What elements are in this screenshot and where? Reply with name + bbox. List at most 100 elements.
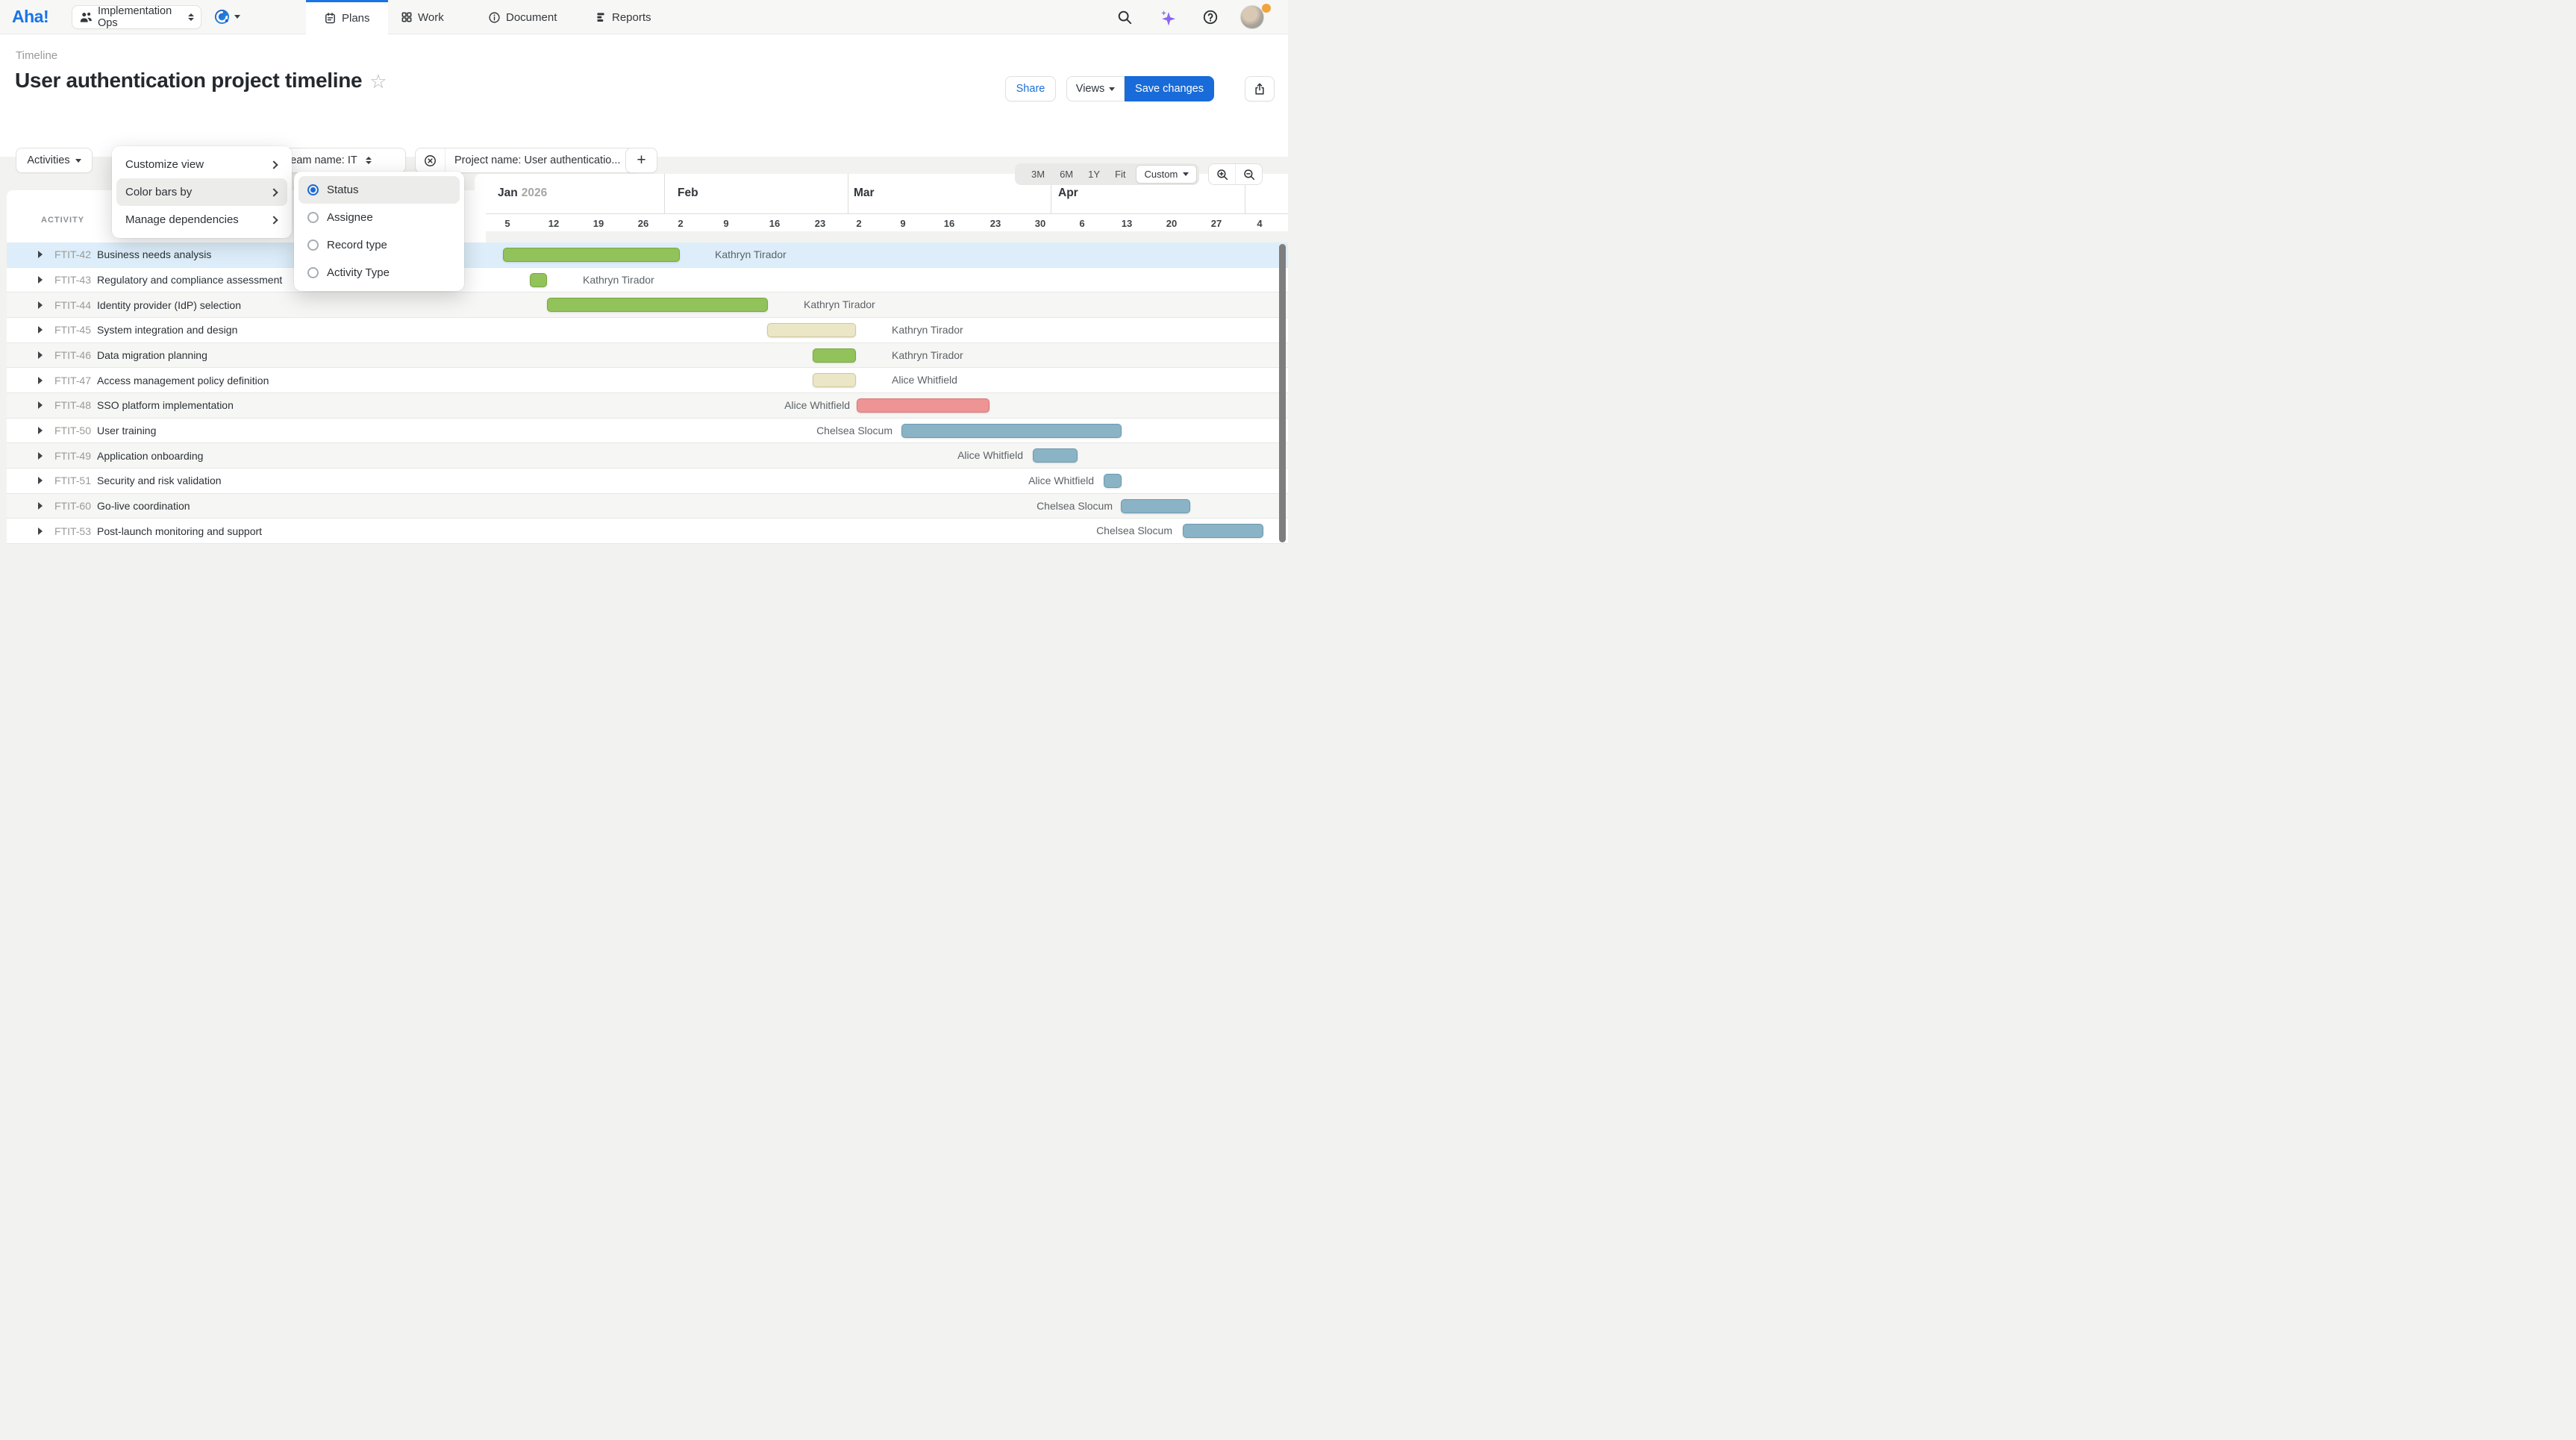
product-switcher[interactable]: [213, 8, 240, 25]
gantt-bar[interactable]: [857, 398, 990, 413]
tab-label: Reports: [612, 11, 651, 24]
views-button[interactable]: Views: [1066, 76, 1125, 101]
activity-name[interactable]: Application onboarding: [97, 450, 203, 462]
expand-caret-icon[interactable]: [38, 477, 43, 484]
preset-3m[interactable]: 3M: [1024, 169, 1052, 180]
submenu-option-label: Status: [327, 184, 451, 196]
workspace-selector[interactable]: Implementation Ops: [72, 5, 201, 29]
submenu-option-activity-type[interactable]: Activity Type: [298, 259, 460, 287]
zoom-in-button[interactable]: [1209, 164, 1236, 184]
activity-name[interactable]: Business needs analysis: [97, 248, 211, 260]
clear-filter-button[interactable]: [416, 148, 446, 172]
gantt-bar[interactable]: [813, 348, 856, 363]
expand-caret-icon[interactable]: [38, 276, 43, 284]
expand-caret-icon[interactable]: [38, 301, 43, 309]
expand-caret-icon[interactable]: [38, 528, 43, 535]
activity-name[interactable]: System integration and design: [97, 324, 237, 336]
activity-row[interactable]: FTIT-47Access management policy definiti…: [7, 368, 1288, 393]
submenu-option-status[interactable]: Status: [298, 176, 460, 204]
activity-row[interactable]: FTIT-45System integration and design: [7, 318, 1288, 343]
page-header: Timeline User authentication project tim…: [0, 34, 1288, 157]
search-icon[interactable]: [1116, 9, 1133, 25]
activity-name[interactable]: Post-launch monitoring and support: [97, 525, 262, 537]
expand-caret-icon[interactable]: [38, 326, 43, 334]
gantt-bar[interactable]: [813, 373, 856, 387]
x-circle-icon: [423, 154, 437, 168]
custom-range-dropdown[interactable]: Custom: [1136, 165, 1197, 184]
share-button[interactable]: Share: [1005, 76, 1056, 101]
gantt-bar[interactable]: [1104, 474, 1122, 488]
add-filter-button[interactable]: +: [625, 148, 657, 173]
vertical-scrollbar[interactable]: [1279, 244, 1286, 542]
radio-unselected[interactable]: [307, 267, 319, 278]
save-changes-button[interactable]: Save changes: [1125, 76, 1214, 101]
aha-logo[interactable]: Aha!: [12, 7, 49, 27]
export-button[interactable]: [1245, 76, 1275, 101]
gantt-bar[interactable]: [901, 424, 1122, 438]
avatar[interactable]: [1240, 5, 1264, 29]
activity-row-left: FTIT-60Go-live coordination: [7, 494, 486, 519]
expand-caret-icon[interactable]: [38, 452, 43, 460]
menu-item-manage-dependencies[interactable]: Manage dependencies: [116, 206, 287, 234]
gantt-bar[interactable]: [1121, 499, 1190, 513]
tab-plans[interactable]: Plans: [306, 0, 388, 34]
activity-name[interactable]: User training: [97, 425, 156, 436]
select-updown-icon: [366, 157, 372, 164]
assignee-label: Alice Whitfield: [784, 393, 850, 419]
info-circle-icon: [488, 11, 501, 24]
tab-reports[interactable]: Reports: [592, 0, 654, 34]
expand-caret-icon[interactable]: [38, 502, 43, 510]
tab-work[interactable]: Work: [398, 0, 447, 34]
preset-6m[interactable]: 6M: [1052, 169, 1081, 180]
zoom-out-button[interactable]: [1236, 164, 1262, 184]
help-icon[interactable]: [1202, 9, 1219, 25]
chevron-down-icon: [75, 159, 81, 163]
menu-item-label: Color bars by: [125, 186, 271, 198]
expand-caret-icon[interactable]: [38, 401, 43, 409]
ai-sparkle-icon[interactable]: [1159, 9, 1175, 25]
activity-row-left: FTIT-48SSO platform implementation: [7, 393, 486, 418]
favorite-star-icon[interactable]: ☆: [369, 72, 387, 91]
plus-icon: +: [637, 151, 645, 169]
gantt-bar[interactable]: [530, 273, 547, 287]
expand-caret-icon[interactable]: [38, 427, 43, 434]
filter-project-name[interactable]: Project name: User authenticatio...: [446, 154, 641, 166]
radio-unselected[interactable]: [307, 240, 319, 251]
tab-document[interactable]: Document: [485, 0, 560, 34]
preset-fit[interactable]: Fit: [1107, 169, 1133, 180]
activity-name[interactable]: SSO platform implementation: [97, 399, 234, 411]
activity-name[interactable]: Data migration planning: [97, 349, 207, 361]
gantt-bar[interactable]: [547, 298, 768, 312]
menu-item-customize-view[interactable]: Customize view: [116, 151, 287, 178]
axis-divider: [475, 213, 1288, 214]
expand-caret-icon[interactable]: [38, 251, 43, 258]
assignee-label: Chelsea Slocum: [1096, 519, 1172, 544]
week-tick: 20: [1166, 218, 1177, 229]
week-tick: 30: [1035, 218, 1045, 229]
gantt-bar[interactable]: [503, 248, 680, 262]
submenu-option-assignee[interactable]: Assignee: [298, 204, 460, 231]
preset-1y[interactable]: 1Y: [1081, 169, 1107, 180]
expand-caret-icon[interactable]: [38, 377, 43, 384]
activity-row[interactable]: FTIT-48SSO platform implementation: [7, 393, 1288, 419]
assignee-label: Alice Whitfield: [1028, 469, 1094, 494]
week-tick: 9: [723, 218, 728, 229]
radio-selected[interactable]: [307, 184, 319, 195]
gantt-bar[interactable]: [1033, 448, 1078, 463]
radio-unselected[interactable]: [307, 212, 319, 223]
activity-id: FTIT-49: [54, 450, 91, 462]
gantt-bar[interactable]: [1183, 524, 1263, 538]
expand-caret-icon[interactable]: [38, 351, 43, 359]
activity-row[interactable]: FTIT-49 Application onboarding: [7, 443, 1288, 469]
submenu-option-record-type[interactable]: Record type: [298, 231, 460, 259]
activity-name[interactable]: Security and risk validation: [97, 475, 222, 486]
activity-name[interactable]: Regulatory and compliance assessment: [97, 274, 282, 286]
activity-row[interactable]: FTIT-51Security and risk validation: [7, 469, 1288, 494]
activities-dropdown[interactable]: Activities: [16, 148, 93, 173]
activity-name[interactable]: Go-live coordination: [97, 500, 190, 512]
activity-row[interactable]: FTIT-46Data migration planning: [7, 343, 1288, 369]
menu-item-color-bars-by[interactable]: Color bars by: [116, 178, 287, 206]
activity-name[interactable]: Identity provider (IdP) selection: [97, 299, 241, 311]
gantt-bar[interactable]: [767, 323, 856, 337]
activity-name[interactable]: Access management policy definition: [97, 375, 269, 386]
